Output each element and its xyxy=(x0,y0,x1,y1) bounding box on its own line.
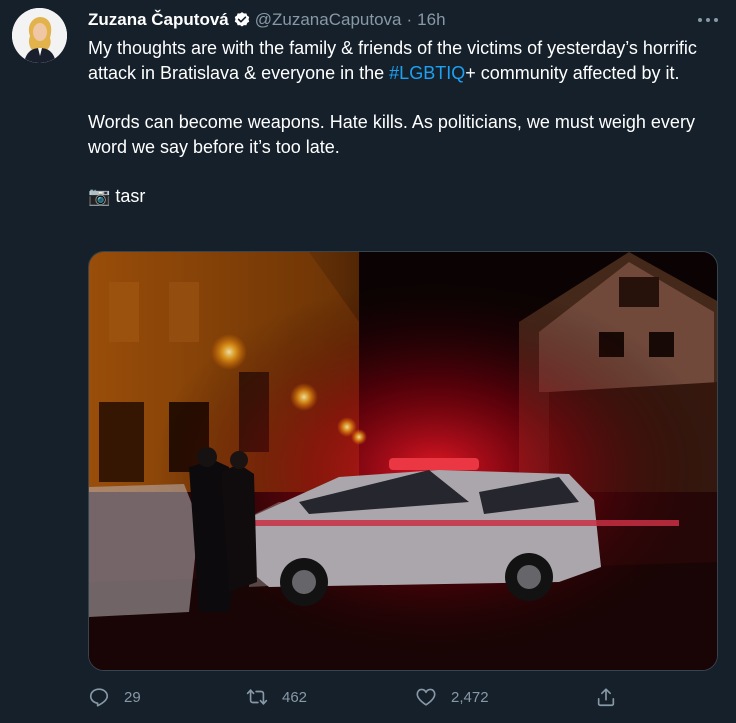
reply-icon xyxy=(89,688,109,707)
author-name[interactable]: Zuzana Čaputová xyxy=(88,10,229,30)
author-handle[interactable]: @ZuzanaCaputova xyxy=(255,10,402,30)
tweet-photo[interactable] xyxy=(88,251,718,671)
share-button[interactable] xyxy=(595,686,631,708)
avatar-image xyxy=(12,8,67,63)
header-separator: · xyxy=(406,10,413,29)
photo-night-scene xyxy=(89,252,717,670)
retweet-count: 462 xyxy=(282,688,308,706)
like-icon xyxy=(416,688,436,706)
photo-credit: 📷 tasr xyxy=(88,186,146,206)
like-count: 2,472 xyxy=(451,688,489,706)
tweet-paragraph-1: My thoughts are with the family & friend… xyxy=(88,36,698,86)
tweet-actions: 29 462 2,472 xyxy=(88,686,728,714)
retweet-icon xyxy=(246,689,268,705)
tweet-text-part: + community affected by it. xyxy=(465,63,680,83)
hashtag-link[interactable]: #LGBTIQ xyxy=(389,63,465,83)
retweet-button[interactable]: 462 xyxy=(246,686,307,708)
share-icon xyxy=(597,688,615,707)
reply-button[interactable]: 29 xyxy=(88,686,141,708)
like-button[interactable]: 2,472 xyxy=(415,686,489,708)
tweet-timestamp[interactable]: 16h xyxy=(417,10,445,30)
more-icon[interactable] xyxy=(694,10,722,30)
tweet-paragraph-2: Words can become weapons. Hate kills. As… xyxy=(88,112,695,157)
tweet-header: Zuzana Čaputová @ZuzanaCaputova · 16h xyxy=(88,9,446,31)
tweet-text: My thoughts are with the family & friend… xyxy=(88,36,698,209)
reply-count: 29 xyxy=(124,688,141,706)
verified-badge-icon xyxy=(234,12,249,27)
avatar[interactable] xyxy=(12,8,67,63)
